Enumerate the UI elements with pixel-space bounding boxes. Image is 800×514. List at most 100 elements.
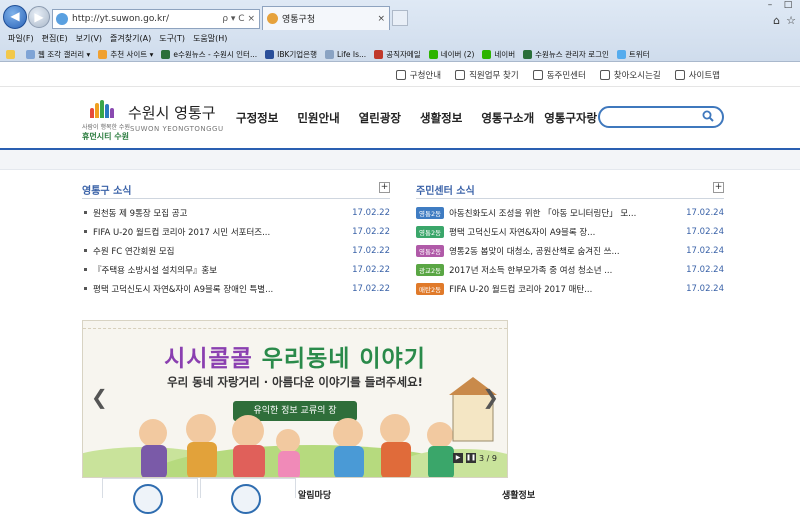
back-arrow-icon[interactable]: ◀: [3, 5, 27, 29]
center-news-item-text[interactable]: 영통2동 봄맞이 대청소, 공원산책로 숨겨진 쓰...: [449, 245, 684, 257]
util-link[interactable]: 구청안내: [395, 69, 441, 81]
menu-item[interactable]: 도구(T): [159, 32, 185, 46]
news-item-text[interactable]: 『주택용 소방시설 설치의무』홍보: [93, 264, 350, 276]
pause-icon[interactable]: ❚❚: [466, 453, 476, 463]
center-news-item-text[interactable]: 평택 고덕신도시 자연&자이 A9블록 장...: [449, 226, 684, 238]
new-tab-button[interactable]: [392, 10, 408, 26]
favorite-label: Life Is...: [337, 49, 367, 59]
banner-headline-part1: 시시콜콜: [164, 346, 253, 372]
building-icon: [395, 70, 406, 80]
browser-chrome: ◀ ▶ http://yt.suwon.go.kr/ ρ ▾ C × 영통구청 …: [0, 0, 800, 62]
favorite-icon: [482, 49, 492, 59]
favorite-link[interactable]: 공직자메일: [374, 49, 421, 60]
center-news-item[interactable]: 영통2동 영통2동 봄맞이 대청소, 공원산책로 숨겨진 쓰... 17.02.24: [416, 241, 724, 260]
util-link[interactable]: 찾아오시는길: [599, 69, 661, 81]
favorite-link[interactable]: 트위터: [616, 49, 650, 60]
favorite-link[interactable]: 추천 사이트 ▾: [98, 49, 153, 60]
nav-item[interactable]: 열린광장: [359, 110, 401, 126]
news-item[interactable]: 평택 고덕신도시 자연&자이 A9블록 장애인 특별... 17.02.22: [82, 279, 390, 298]
promo-banner[interactable]: 시시콜콜 우리동네 이야기 우리 동네 자랑거리 · 아름다운 이야기를 들려주…: [82, 320, 508, 478]
quick-menu: 알림마당 생활정보: [102, 478, 800, 514]
util-link-label: 동주민센터: [546, 71, 586, 81]
star-icon[interactable]: ☆: [786, 14, 796, 27]
minimize-icon[interactable]: –: [762, 0, 778, 12]
address-controls[interactable]: ρ ▾ C ×: [222, 14, 255, 24]
news-item-text[interactable]: 원천동 제 9통장 모집 공고: [93, 207, 350, 219]
center-news-item-text[interactable]: 아동친화도시 조성을 위한 「아동 모니터링단」 모...: [449, 207, 684, 219]
nav-item[interactable]: 영통구소개: [481, 110, 534, 126]
quick-menu-box-1[interactable]: [102, 478, 198, 514]
favorite-label: 트위터: [628, 49, 650, 59]
center-news-item[interactable]: 영통2동 아동친화도시 조성을 위한 「아동 모니터링단」 모... 17.02.2…: [416, 203, 724, 222]
center-news-item-text[interactable]: 2017년 저소득 한부모가족 중 여성 청소년 ...: [449, 264, 684, 276]
close-tab-icon[interactable]: ×: [377, 14, 385, 24]
home-icon[interactable]: ⌂: [773, 14, 780, 27]
news-item-date: 17.02.22: [352, 283, 390, 294]
window-controls: – □: [762, 0, 796, 12]
menu-item[interactable]: 파일(F): [8, 32, 34, 46]
news-item-text[interactable]: 수원 FC 연간회원 모집: [93, 245, 350, 257]
logo-tagline: 사람이 행복한 수원: [82, 124, 130, 131]
news-title[interactable]: 영통구 소식: [82, 182, 390, 198]
center-news-item[interactable]: 광교2동 2017년 저소득 한부모가족 중 여성 청소년 ... 17.02.24: [416, 260, 724, 279]
banner-next-arrow-icon[interactable]: ❯: [482, 385, 499, 409]
center-news-item-text[interactable]: FIFA U-20 월드컵 코리아 2017 매탄...: [449, 283, 684, 295]
news-more-button[interactable]: +: [379, 182, 390, 193]
nav-item[interactable]: 생활정보: [420, 110, 462, 126]
banner-pill[interactable]: 유익한 정보 교류의 장: [233, 401, 357, 421]
quick-menu-box-2[interactable]: [200, 478, 296, 514]
center-news-item[interactable]: 매탄2동 FIFA U-20 월드컵 코리아 2017 매탄... 17.02.24: [416, 279, 724, 298]
maximize-icon[interactable]: □: [780, 0, 796, 12]
search-icon[interactable]: [702, 110, 714, 122]
nav-item[interactable]: 민원안내: [297, 110, 339, 126]
forward-arrow-icon[interactable]: ▶: [28, 6, 50, 28]
favorite-link[interactable]: 네이버: [482, 49, 515, 60]
notice-board-label[interactable]: 알림마당: [298, 488, 331, 501]
favorites-star-icon[interactable]: [6, 49, 18, 59]
center-news-more-button[interactable]: +: [713, 182, 724, 193]
favorite-link[interactable]: Life Is...: [325, 49, 367, 59]
tab-active[interactable]: 영통구청 ×: [262, 6, 390, 30]
banner-page-counter: 3 / 9: [479, 453, 497, 463]
favorite-link[interactable]: 수원뉴스 관리자 로그인: [523, 49, 609, 60]
site-logo[interactable]: 사람이 행복한 수원 휴먼시티 수원 수원시 영통구 SUWON YEONGTO…: [82, 100, 223, 141]
menu-item[interactable]: 즐겨찾기(A): [110, 32, 151, 46]
menu-item[interactable]: 도움말(H): [193, 32, 227, 46]
favorite-link[interactable]: 웹 조각 갤러리 ▾: [26, 49, 90, 60]
play-icon[interactable]: ▶: [453, 453, 464, 463]
center-news-item-date: 17.02.24: [686, 264, 724, 275]
news-item[interactable]: 『주택용 소방시설 설치의무』홍보 17.02.22: [82, 260, 390, 279]
news-item[interactable]: 수원 FC 연간회원 모집 17.02.22: [82, 241, 390, 260]
favorite-link[interactable]: IBK기업은행: [265, 49, 317, 60]
menu-item[interactable]: 편집(E): [42, 32, 68, 46]
favorite-link[interactable]: 네이버 (2): [428, 49, 474, 60]
site-title: 수원시 영통구: [128, 104, 216, 122]
life-info-label[interactable]: 생활정보: [502, 488, 535, 501]
news-item[interactable]: FIFA U-20 월드컵 코리아 2017 시민 서포터즈... 17.02.2…: [82, 222, 390, 241]
news-item[interactable]: 원천동 제 9통장 모집 공고 17.02.22: [82, 203, 390, 222]
favorite-link[interactable]: e수원뉴스 - 수원시 인터...: [161, 49, 257, 60]
human-city-logo-icon: [90, 100, 116, 118]
util-link[interactable]: 사이트맵: [674, 69, 720, 81]
banner-headline-part2: 우리동네 이야기: [261, 346, 426, 372]
center-news-item[interactable]: 영통2동 평택 고덕신도시 자연&자이 A9블록 장... 17.02.24: [416, 222, 724, 241]
news-item-text[interactable]: 평택 고덕신도시 자연&자이 A9블록 장애인 특별...: [93, 283, 350, 295]
util-link[interactable]: 동주민센터: [532, 69, 586, 81]
list-icon: [674, 70, 685, 80]
nav-item[interactable]: 구정정보: [236, 110, 278, 126]
dong-badge: 매탄2동: [416, 282, 445, 295]
banner-prev-arrow-icon[interactable]: ❮: [91, 385, 108, 409]
center-news-divider: [416, 198, 724, 199]
center-news-title[interactable]: 주민센터 소식: [416, 182, 724, 198]
address-bar[interactable]: http://yt.suwon.go.kr/ ρ ▾ C ×: [52, 9, 260, 29]
address-url[interactable]: http://yt.suwon.go.kr/: [72, 14, 222, 24]
news-item-date: 17.02.22: [352, 207, 390, 218]
news-list: 원천동 제 9통장 모집 공고 17.02.22 FIFA U-20 월드컵 코리아…: [82, 203, 390, 298]
util-link[interactable]: 직원업무 찾기: [455, 69, 519, 81]
nav-item[interactable]: 영통구자랑: [544, 110, 597, 126]
menu-item[interactable]: 보기(V): [76, 32, 102, 46]
favorite-label: 공직자메일: [386, 49, 421, 59]
news-item-text[interactable]: FIFA U-20 월드컵 코리아 2017 시민 서포터즈...: [93, 226, 350, 238]
news-panel: 영통구 소식 + 원천동 제 9통장 모집 공고 17.02.22 FIFA U-2…: [82, 182, 390, 298]
search-input[interactable]: [598, 106, 724, 128]
